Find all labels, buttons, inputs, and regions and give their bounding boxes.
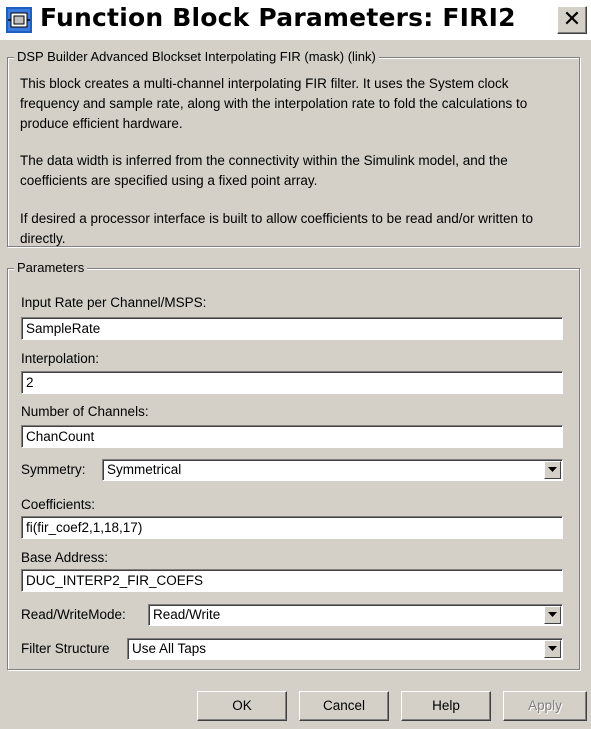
description-paragraph: This block creates a multi-channel inter…: [20, 76, 528, 131]
filter-structure-label: Filter Structure: [21, 641, 110, 656]
input-rate-field[interactable]: [21, 317, 563, 340]
close-button[interactable]: ✕: [557, 6, 587, 34]
chevron-down-icon[interactable]: [544, 640, 561, 658]
description-group: DSP Builder Advanced Blockset Interpolat…: [7, 49, 580, 247]
rw-mode-value: Read/Write: [153, 607, 221, 622]
channels-field[interactable]: [21, 425, 563, 448]
chevron-down-icon[interactable]: [544, 606, 561, 624]
symmetry-select[interactable]: Symmetrical: [102, 459, 563, 481]
channels-label: Number of Channels:: [21, 404, 149, 419]
ok-button[interactable]: OK: [197, 691, 287, 721]
close-icon: ✕: [562, 7, 582, 32]
chevron-down-icon[interactable]: [544, 461, 561, 479]
title-bar[interactable]: Function Block Parameters: FIRI2 ✕: [0, 0, 591, 40]
simulink-block-icon: [6, 7, 32, 33]
coefficients-field[interactable]: [21, 516, 563, 539]
apply-button-label: Apply: [528, 698, 562, 713]
rw-mode-select[interactable]: Read/Write: [148, 604, 563, 626]
parameters-group: Parameters Input Rate per Channel/MSPS: …: [7, 260, 580, 670]
base-address-label: Base Address:: [21, 550, 109, 565]
input-rate-label: Input Rate per Channel/MSPS:: [21, 295, 207, 310]
filter-structure-select[interactable]: Use All Taps: [127, 638, 563, 660]
ok-button-label: OK: [232, 698, 252, 713]
description-paragraph: If desired a processor interface is buil…: [20, 211, 534, 246]
coefficients-label: Coefficients:: [21, 497, 96, 512]
help-button-label: Help: [432, 698, 460, 713]
description-group-title: DSP Builder Advanced Blockset Interpolat…: [14, 49, 379, 64]
symmetry-label: Symmetry:: [21, 462, 86, 477]
description-paragraph: The data width is inferred from the conn…: [20, 153, 508, 188]
symmetry-value: Symmetrical: [107, 462, 182, 477]
interpolation-field[interactable]: [21, 371, 563, 394]
base-address-field[interactable]: [21, 569, 563, 592]
filter-structure-value: Use All Taps: [132, 641, 207, 656]
interpolation-label: Interpolation:: [21, 351, 100, 366]
rw-mode-label: Read/WriteMode:: [21, 607, 126, 622]
apply-button[interactable]: Apply: [503, 691, 587, 721]
cancel-button[interactable]: Cancel: [299, 691, 389, 721]
parameters-group-title: Parameters: [14, 260, 88, 275]
cancel-button-label: Cancel: [322, 698, 366, 713]
help-button[interactable]: Help: [401, 691, 491, 721]
window-title: Function Block Parameters: FIRI2: [40, 3, 516, 32]
